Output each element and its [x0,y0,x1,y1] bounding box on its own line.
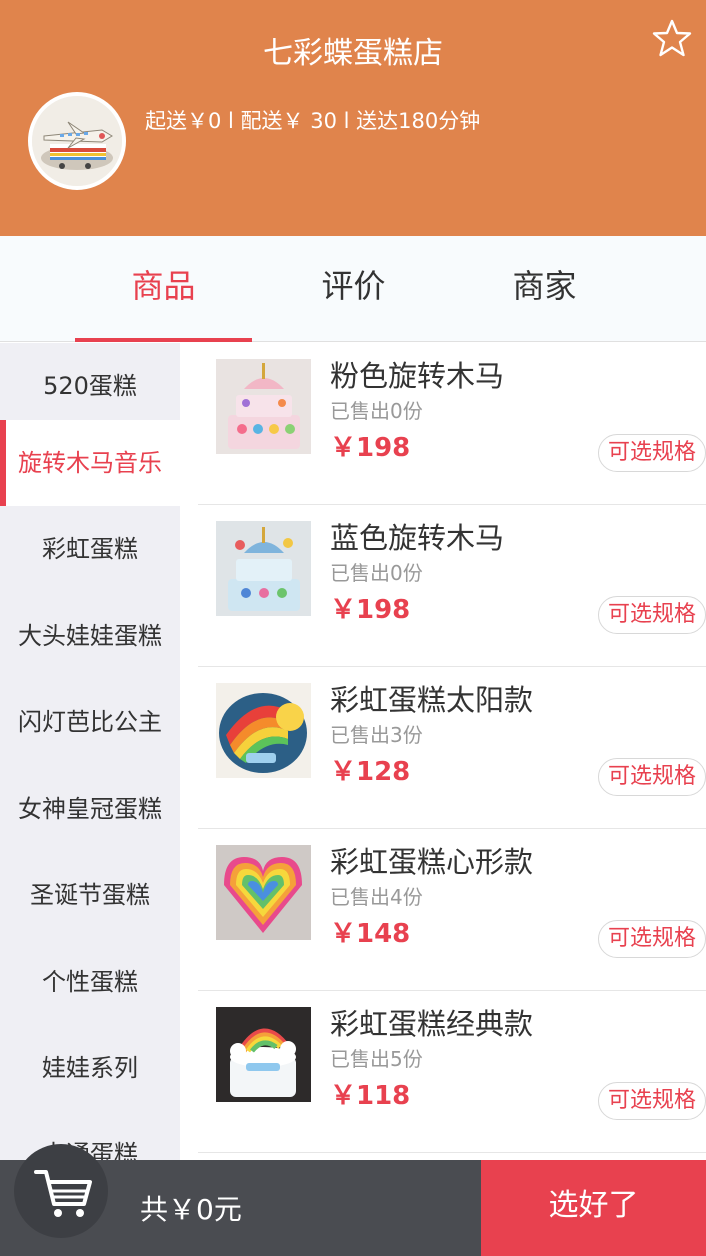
tab-bar: 商品 评价 商家 [0,236,706,342]
star-outline-icon[interactable] [652,18,692,58]
product-sold-count: 已售出4份 [330,885,423,909]
category-item[interactable]: 彩虹蛋糕 [0,506,180,592]
tab-merchant[interactable]: 商家 [456,236,633,342]
category-item[interactable]: 520蛋糕 [0,343,180,429]
category-item[interactable]: 娃娃系列 [0,1025,180,1111]
product-name: 粉色旋转木马 [330,359,505,393]
product-name: 彩虹蛋糕太阳款 [330,683,534,717]
cart-bar: 共￥0元 选好了 [0,1144,706,1256]
product-price: ￥148 [330,919,411,949]
category-item[interactable]: 圣诞节蛋糕 [0,852,180,938]
product-list: 粉色旋转木马 已售出0份 ￥198 可选规格 蓝色旋转木马 已售出0份 ￥198… [180,343,706,1160]
product-image [216,683,311,778]
product-price: ￥198 [330,433,411,463]
select-spec-button[interactable]: 可选规格 [598,434,706,472]
store-header: 七彩蝶蛋糕店 起送￥0 l 配送￥ 30 l 送达180分钟 [0,0,706,236]
category-item[interactable]: 女神皇冠蛋糕 [0,766,180,852]
category-item[interactable]: 个性蛋糕 [0,939,180,1025]
category-item[interactable]: 大头娃娃蛋糕 [0,593,180,679]
product-sold-count: 已售出0份 [330,399,423,423]
store-avatar [28,92,126,190]
select-spec-button[interactable]: 可选规格 [598,596,706,634]
store-delivery-info: 起送￥0 l 配送￥ 30 l 送达180分钟 [145,109,481,133]
product-image [216,1007,311,1102]
product-name: 彩虹蛋糕心形款 [330,845,534,879]
store-title: 七彩蝶蛋糕店 [263,36,443,71]
confirm-order-button[interactable]: 选好了 [481,1160,706,1256]
shopping-cart-icon[interactable] [14,1144,108,1238]
product-price: ￥118 [330,1081,411,1111]
product-item[interactable]: 彩虹蛋糕太阳款 已售出3份 ￥128 可选规格 [180,667,706,829]
category-item-active[interactable]: 旋转木马音乐 [0,420,180,506]
product-item[interactable]: 彩虹蛋糕心形款 已售出4份 ￥148 可选规格 [180,829,706,991]
select-spec-button[interactable]: 可选规格 [598,758,706,796]
product-price: ￥128 [330,757,411,787]
tab-products[interactable]: 商品 [75,236,252,342]
category-item[interactable]: 闪灯芭比公主 [0,679,180,765]
select-spec-button[interactable]: 可选规格 [598,920,706,958]
cart-total: 共￥0元 [140,1193,242,1226]
product-image [216,845,311,940]
tab-reviews[interactable]: 评价 [265,236,442,342]
product-sold-count: 已售出0份 [330,561,423,585]
product-name: 蓝色旋转木马 [330,521,505,555]
product-sold-count: 已售出3份 [330,723,423,747]
active-tab-indicator [75,338,252,342]
product-item[interactable]: 粉色旋转木马 已售出0份 ￥198 可选规格 [180,343,706,505]
product-name: 彩虹蛋糕经典款 [330,1007,534,1041]
category-sidebar: 520蛋糕 旋转木马音乐 彩虹蛋糕 大头娃娃蛋糕 闪灯芭比公主 女神皇冠蛋糕 圣… [0,343,180,1160]
select-spec-button[interactable]: 可选规格 [598,1082,706,1120]
product-sold-count: 已售出5份 [330,1047,423,1071]
product-image [216,521,311,616]
product-price: ￥198 [330,595,411,625]
product-item[interactable]: 彩虹蛋糕经典款 已售出5份 ￥118 可选规格 [180,991,706,1153]
product-image [216,359,311,454]
product-item[interactable]: 蓝色旋转木马 已售出0份 ￥198 可选规格 [180,505,706,667]
